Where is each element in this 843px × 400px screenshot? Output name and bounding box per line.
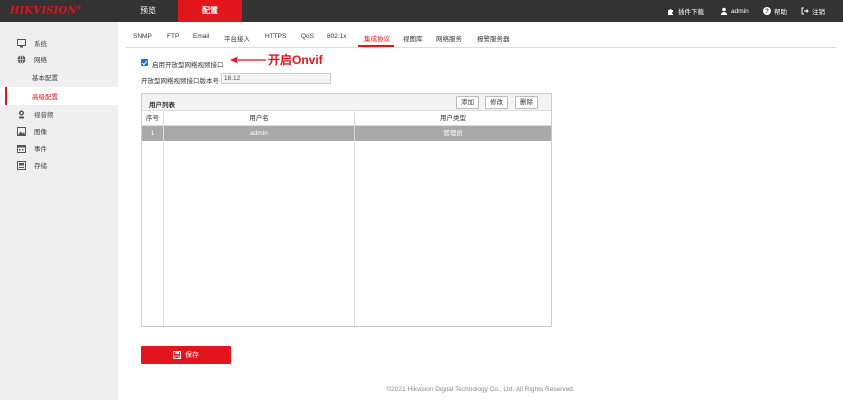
sidebar-item-video-audio[interactable]: 视音频 — [0, 106, 118, 122]
sidebar-item-label: 网络 — [34, 57, 47, 64]
footer-copyright: ©2021 Hikvision Digital Technology Co., … — [386, 386, 575, 393]
enable-onvif-checkbox[interactable] — [141, 59, 148, 66]
username-label: admin — [731, 7, 749, 15]
calendar-icon — [17, 144, 26, 153]
modify-user-button[interactable]: 修改 — [485, 96, 508, 109]
help-label: 帮助 — [774, 9, 787, 16]
globe-icon — [17, 54, 26, 64]
tab-email[interactable]: Email — [193, 33, 209, 40]
column-header-no: 序号 — [146, 115, 159, 122]
tab-8021x[interactable]: 802.1x — [327, 33, 347, 40]
sidebar-item-event[interactable]: 事件 — [0, 140, 118, 156]
save-button[interactable]: 保存 — [141, 346, 231, 364]
sidebar-item-storage[interactable]: 存储 — [0, 157, 118, 173]
save-icon — [173, 351, 181, 359]
annotation-text: 开启Onvif — [268, 53, 323, 67]
sidebar-item-image[interactable]: 图像 — [0, 123, 118, 139]
annotation-arrow-icon — [230, 56, 266, 64]
nav-tab-config[interactable]: 配置 — [178, 0, 242, 22]
help-link[interactable]: ? 帮助 — [763, 6, 787, 16]
sidebar-item-label: 图像 — [34, 129, 47, 136]
cell-no: 1 — [150, 130, 155, 137]
cell-username: admin — [250, 130, 268, 137]
sidebar-item-label: 基本配置 — [32, 75, 58, 82]
delete-user-button[interactable]: 删除 — [515, 96, 538, 109]
user-list-title: 用户列表 — [149, 102, 175, 109]
sidebar-item-label: 高级配置 — [32, 94, 58, 101]
camera-icon — [17, 110, 26, 119]
logout-icon — [801, 7, 809, 15]
sidebar-item-label: 存储 — [34, 163, 47, 170]
hikvision-logo: HIKVISION® — [10, 5, 83, 17]
tab-view-library[interactable]: 视图库 — [403, 33, 423, 43]
tab-platform-access[interactable]: 平台接入 — [224, 33, 250, 43]
column-header-username: 用户名 — [249, 115, 269, 122]
tab-ftp[interactable]: FTP — [167, 33, 179, 40]
sidebar-item-advanced-config[interactable]: 高级配置 — [0, 87, 118, 105]
column-header-user-type: 用户类型 — [440, 115, 466, 122]
column-divider — [354, 111, 355, 326]
table-header-row: 序号 用户名 用户类型 — [142, 111, 551, 126]
onvif-version-label: 开放型网络视频接口版本号 — [141, 78, 219, 85]
monitor-icon — [17, 38, 26, 48]
sidebar: 系统 网络 基本配置 高级配置 视音频 图像 事件 存储 — [0, 22, 118, 400]
add-user-button[interactable]: 添加 — [456, 96, 479, 109]
sidebar-item-basic-config[interactable]: 基本配置 — [0, 68, 118, 86]
plugin-download-link[interactable]: 插件下载 — [667, 6, 704, 16]
storage-icon — [17, 160, 26, 170]
tab-qos[interactable]: QoS — [301, 33, 314, 40]
active-tab-indicator — [358, 45, 394, 47]
onvif-version-field[interactable]: 18.12 — [221, 73, 331, 84]
user-list-header: 用户列表 添加 修改 删除 — [142, 94, 551, 111]
tab-integration-protocol[interactable]: 集成协议 — [364, 33, 390, 43]
help-icon: ? — [763, 7, 771, 15]
svg-text:?: ? — [765, 9, 769, 15]
tab-https[interactable]: HTTPS — [265, 33, 286, 40]
save-label: 保存 — [185, 352, 199, 359]
user-menu[interactable]: admin — [720, 7, 749, 15]
tab-snmp[interactable]: SNMP — [133, 33, 152, 40]
logout-label: 注销 — [812, 9, 825, 16]
image-icon — [17, 126, 26, 136]
table-row[interactable]: 1 admin 管理员 — [142, 126, 551, 141]
top-bar: HIKVISION® 预览 配置 插件下载 admin ? 帮助 注销 — [0, 0, 843, 22]
sub-tab-bar: SNMP FTP Email 平台接入 HTTPS QoS 802.1x 集成协… — [126, 30, 836, 48]
puzzle-icon — [667, 7, 675, 15]
nav-tab-preview[interactable]: 预览 — [118, 0, 178, 22]
sidebar-item-label: 系统 — [34, 41, 47, 48]
sidebar-item-label: 视音频 — [34, 112, 54, 119]
enable-onvif-label: 启用开放型网络视频接口 — [152, 62, 224, 69]
plugin-download-label: 插件下载 — [678, 9, 704, 16]
column-divider — [163, 111, 164, 326]
sidebar-item-network[interactable]: 网络 — [0, 51, 118, 67]
cell-user-type: 管理员 — [443, 130, 463, 137]
sidebar-item-label: 事件 — [34, 146, 47, 153]
user-icon — [720, 7, 728, 15]
user-list-panel: 用户列表 添加 修改 删除 序号 用户名 用户类型 1 admin 管理员 — [141, 93, 552, 327]
tab-alarm-server[interactable]: 报警服务器 — [477, 33, 510, 43]
tab-network-service[interactable]: 网络服务 — [436, 33, 462, 43]
sidebar-item-system[interactable]: 系统 — [0, 35, 118, 51]
logout-link[interactable]: 注销 — [801, 6, 825, 16]
